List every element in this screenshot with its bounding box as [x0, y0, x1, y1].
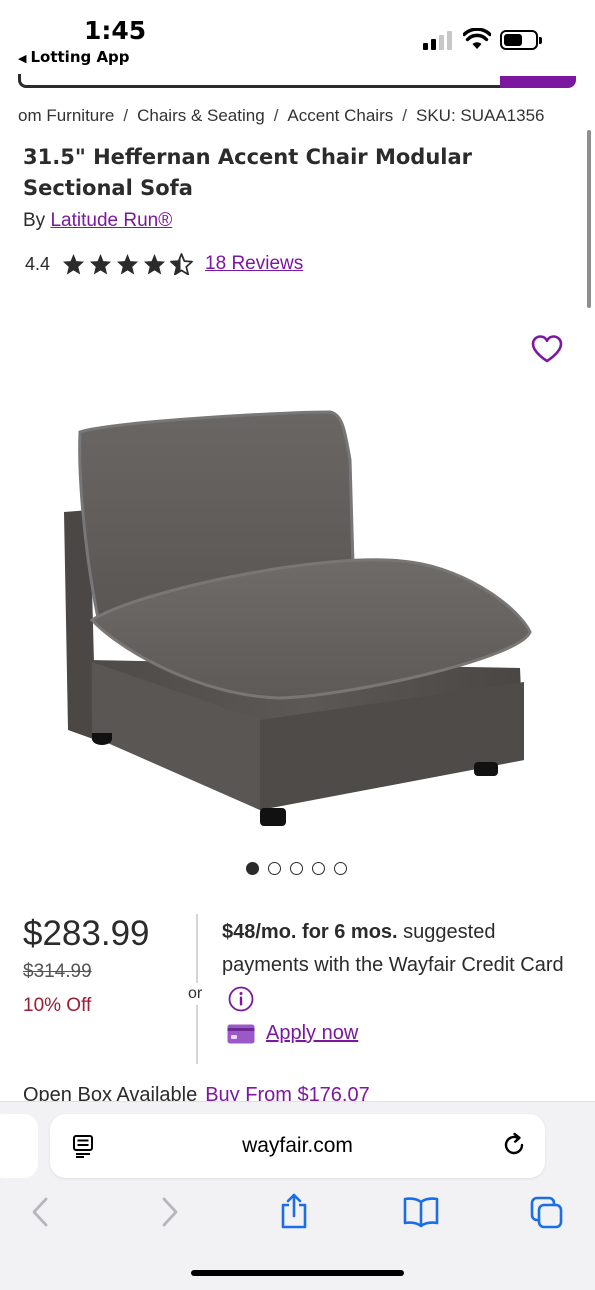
rating-value: 4.4: [25, 253, 51, 274]
star-partial-icon: [170, 253, 193, 275]
breadcrumb-item[interactable]: om Furniture: [18, 106, 114, 126]
brand-prefix: By: [23, 210, 46, 231]
breadcrumb-item[interactable]: Chairs & Seating: [137, 106, 265, 126]
star-full-icon: [117, 253, 139, 275]
search-button-edge[interactable]: [500, 76, 576, 88]
star-rating: [62, 253, 193, 275]
or-separator: or: [188, 983, 203, 1005]
info-circle-icon[interactable]: [228, 986, 254, 1012]
address-domain: wayfair.com: [242, 1134, 353, 1157]
breadcrumb-sku: SKU: SUAA1356: [415, 106, 545, 125]
carousel-dot[interactable]: [268, 862, 281, 875]
back-triangle-icon: ◀: [18, 52, 27, 65]
page-scrollbar[interactable]: [587, 130, 591, 308]
star-full-icon: [90, 253, 112, 275]
carousel-dot[interactable]: [290, 862, 303, 875]
star-full-icon: [144, 253, 166, 275]
cellular-signal-icon: [423, 30, 453, 50]
reload-icon[interactable]: [501, 1132, 527, 1158]
discount-label: 10% Off: [23, 995, 92, 1016]
home-indicator[interactable]: [191, 1270, 404, 1276]
apply-now-row: Apply now: [227, 1022, 358, 1045]
rating-row: 4.4 18 Reviews: [25, 250, 303, 278]
product-image[interactable]: [50, 400, 550, 840]
browser-nav-toolbar: [0, 1193, 595, 1236]
apply-now-link[interactable]: Apply now: [266, 1022, 358, 1045]
original-price: $314.99: [23, 961, 92, 982]
carousel-dot[interactable]: [334, 862, 347, 875]
bookmarks-icon[interactable]: [403, 1196, 439, 1228]
status-bar: 1:45 ◀ Lotting App: [0, 0, 595, 80]
forward-chevron-icon[interactable]: [160, 1196, 180, 1228]
wifi-icon: [463, 28, 491, 49]
status-time: 1:45: [84, 16, 147, 45]
sale-price: $283.99: [23, 914, 150, 953]
star-full-icon: [63, 253, 85, 275]
address-bar[interactable]: wayfair.com: [50, 1114, 545, 1178]
share-icon[interactable]: [279, 1192, 309, 1230]
previous-tab-peek[interactable]: [0, 1114, 38, 1178]
favorite-heart-icon[interactable]: [530, 334, 564, 364]
image-carousel-dots: [246, 862, 347, 875]
breadcrumb-item[interactable]: Accent Chairs: [287, 106, 393, 126]
brand-link[interactable]: Latitude Run®: [50, 210, 172, 231]
financing-text: $48/mo. for 6 mos. suggested payments wi…: [222, 916, 572, 1015]
carousel-dot[interactable]: [312, 862, 325, 875]
breadcrumb: om Furniture / Chairs & Seating / Accent Cha…: [18, 106, 545, 126]
search-field-edge[interactable]: [18, 74, 502, 88]
back-app-label: Lotting App: [30, 48, 130, 66]
financing-amount: $48/mo. for 6 mos.: [222, 921, 398, 943]
reviews-link[interactable]: 18 Reviews: [205, 253, 303, 275]
product-title: 31.5" Heffernan Accent Chair Modular Sec…: [23, 145, 472, 200]
back-chevron-icon[interactable]: [30, 1196, 50, 1228]
back-to-app-button[interactable]: ◀ Lotting App: [18, 48, 130, 66]
carousel-dot[interactable]: [246, 862, 259, 875]
credit-card-icon: [227, 1024, 255, 1043]
tabs-icon[interactable]: [530, 1196, 564, 1230]
browser-toolbar: wayfair.com: [0, 1101, 595, 1290]
battery-icon: [500, 30, 542, 50]
brand-line: By Latitude Run®: [23, 210, 172, 232]
